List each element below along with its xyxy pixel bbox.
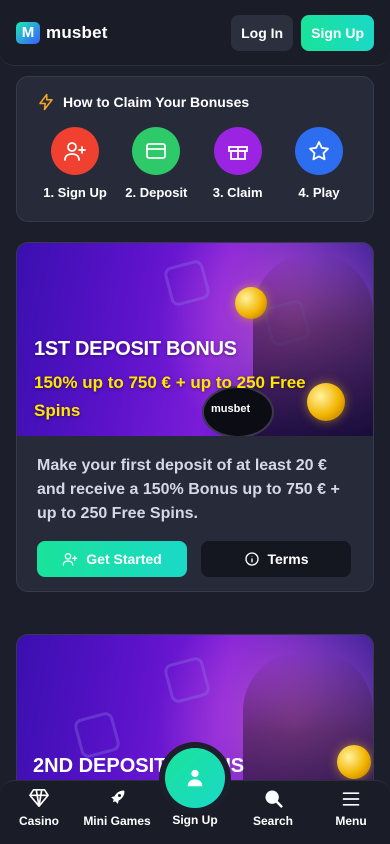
- first-deposit-bonus-card: musbet 1ST DEPOSIT BONUS 150% up to 750 …: [16, 242, 374, 592]
- menu-icon: [342, 792, 360, 806]
- nav-sign-up-button[interactable]: [165, 748, 225, 808]
- star-icon: [294, 127, 343, 175]
- nav-casino[interactable]: Casino: [4, 788, 74, 828]
- step-label: 2. Deposit: [125, 185, 188, 200]
- nav-sign-up-label: Sign Up: [172, 813, 218, 827]
- info-icon: [244, 552, 259, 566]
- credit-card-icon: [132, 127, 181, 175]
- step-deposit[interactable]: 2. Deposit: [118, 127, 194, 200]
- bonus-subtitle: 150% up to 750 € + up to 250 Free Spins: [34, 373, 306, 420]
- user-plus-icon: [51, 127, 99, 175]
- step-sign-up[interactable]: 1. Sign Up: [37, 127, 113, 200]
- user-plus-icon: [62, 553, 78, 566]
- logo-text: musbet: [46, 22, 108, 42]
- bonus-banner: musbet 1ST DEPOSIT BONUS 150% up to 750 …: [17, 243, 373, 436]
- lightning-icon: [37, 93, 55, 111]
- nav-label: Menu: [335, 814, 367, 828]
- step-label: 4. Play: [298, 185, 340, 200]
- coin-icon: [235, 287, 267, 319]
- step-play[interactable]: 4. Play: [281, 127, 357, 200]
- search-icon: [265, 790, 283, 808]
- steps-heading: How to Claim Your Bonuses: [37, 93, 357, 111]
- nav-label: Mini Games: [83, 814, 151, 828]
- coin-icon: [337, 745, 371, 779]
- user-icon: [187, 769, 203, 787]
- bonus-description: Make your first deposit of at least 20 €…: [37, 457, 340, 522]
- bonus-title: 1ST DEPOSIT BONUS: [34, 338, 237, 360]
- terms-label: Terms: [267, 551, 309, 567]
- claim-steps-card: How to Claim Your Bonuses 1. Sign Up 2. …: [16, 76, 374, 222]
- nav-menu[interactable]: Menu: [316, 790, 386, 828]
- terms-button[interactable]: Terms: [201, 541, 351, 577]
- get-started-label: Get Started: [86, 551, 162, 567]
- step-claim[interactable]: 3. Claim: [200, 127, 276, 200]
- header-actions: Log In Sign Up: [231, 14, 374, 51]
- nav-label: Search: [252, 814, 294, 828]
- bonus-actions: Get Started Terms: [37, 541, 353, 577]
- rocket-icon: [111, 790, 125, 804]
- gift-icon: [213, 127, 262, 175]
- login-button[interactable]: Log In: [231, 14, 294, 51]
- musbet-logo[interactable]: M musbet: [16, 21, 108, 44]
- steps-title: How to Claim Your Bonuses: [63, 94, 250, 110]
- step-label: 3. Claim: [212, 185, 263, 200]
- nav-label: Casino: [18, 814, 59, 828]
- signup-button[interactable]: Sign Up: [301, 14, 374, 51]
- diamond-icon: [29, 789, 49, 807]
- bonus-body: Make your first deposit of at least 20 €…: [17, 436, 373, 577]
- get-started-button[interactable]: Get Started: [37, 541, 187, 577]
- nav-search[interactable]: Search: [238, 788, 308, 828]
- top-header: M musbet Log In Sign Up: [0, 0, 390, 66]
- steps-row: 1. Sign Up 2. Deposit 3. Claim 4. Play: [37, 127, 357, 200]
- step-label: 1. Sign Up: [43, 185, 107, 200]
- logo-mark: M: [16, 21, 40, 44]
- nav-mini-games[interactable]: Mini Games: [82, 788, 152, 828]
